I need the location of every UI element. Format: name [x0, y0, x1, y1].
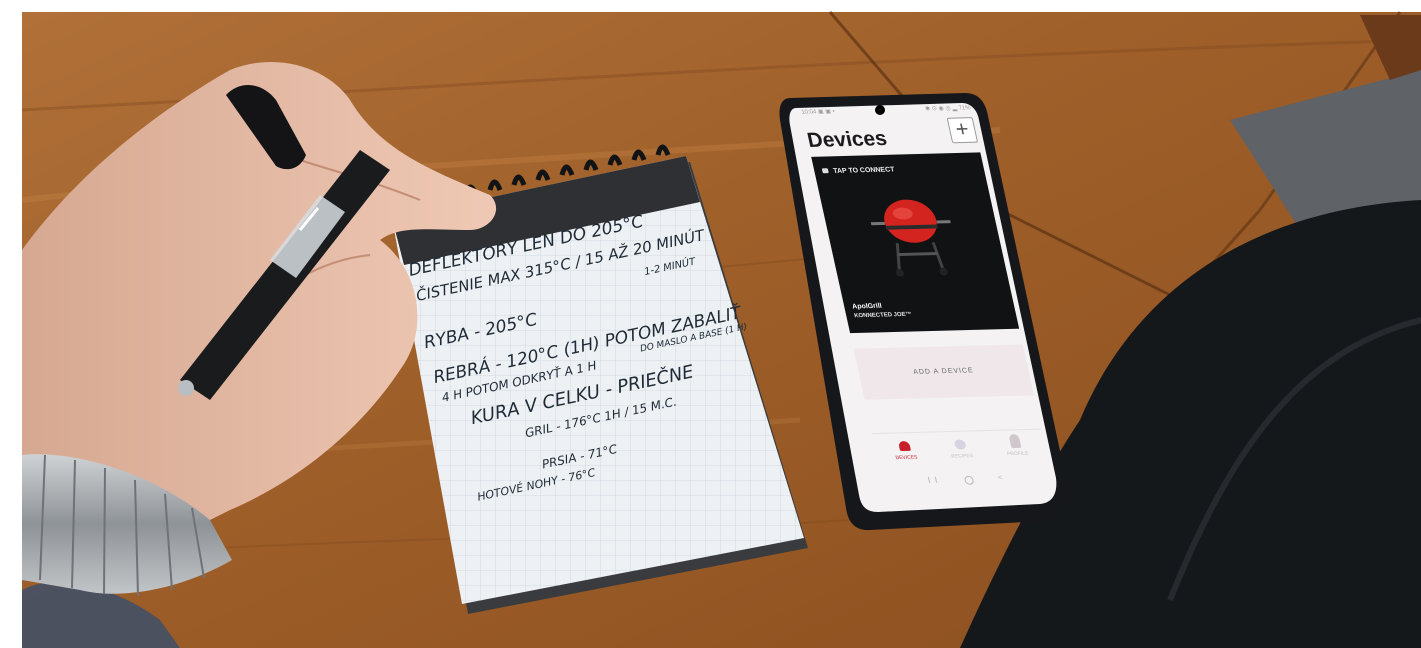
- tap-to-connect: TAP TO CONNECT: [821, 166, 896, 175]
- device-model: KONNECTED JOE™: [853, 311, 913, 320]
- bottom-nav: DEVICES RECIPES PROFILE: [872, 428, 1051, 474]
- home-icon[interactable]: [963, 475, 975, 485]
- tap-to-connect-label: TAP TO CONNECT: [832, 166, 896, 175]
- photo-scene: DEFLEKTORY LEN DO 205°C ČISTENIE MAX 315…: [0, 0, 1421, 648]
- status-left: 10:04 ▣ ▣ •: [800, 108, 836, 116]
- recent-apps-icon[interactable]: [927, 476, 938, 483]
- device-brand: ApolGrill: [851, 302, 883, 311]
- nav-recipes[interactable]: RECIPES: [932, 439, 990, 460]
- kamado-grill-image: [870, 199, 951, 277]
- grill-icon: [897, 441, 911, 452]
- photo-svg: DEFLEKTORY LEN DO 205°C ČISTENIE MAX 315…: [0, 0, 1421, 648]
- system-nav-bar: <: [918, 473, 1019, 485]
- device-card[interactable]: TAP TO CONNECT ApolGrill KONNECTED JOE™: [811, 152, 1020, 334]
- nav-devices[interactable]: DEVICES: [876, 440, 934, 461]
- link-icon: [821, 168, 829, 174]
- status-right: ✱ ⊙ ◉ ◎ ▂ 71%: [924, 105, 972, 113]
- plus-icon: +: [952, 116, 972, 142]
- add-a-device-label: ADD A DEVICE: [912, 367, 975, 376]
- person-icon: [1008, 434, 1022, 449]
- nav-devices-label: DEVICES: [895, 454, 919, 462]
- back-icon[interactable]: <: [997, 473, 1004, 482]
- nav-profile[interactable]: PROFILE: [987, 434, 1046, 458]
- page-title: Devices: [805, 127, 890, 152]
- add-device-plus-button[interactable]: +: [946, 116, 979, 144]
- nav-recipes-label: RECIPES: [950, 453, 974, 460]
- add-a-device-button[interactable]: ADD A DEVICE: [853, 344, 1034, 400]
- nav-profile-label: PROFILE: [1006, 450, 1030, 458]
- recipe-icon: [953, 439, 967, 450]
- status-bar: 10:04 ▣ ▣ • ✱ ⊙ ◉ ◎ ▂ 71%: [801, 104, 972, 118]
